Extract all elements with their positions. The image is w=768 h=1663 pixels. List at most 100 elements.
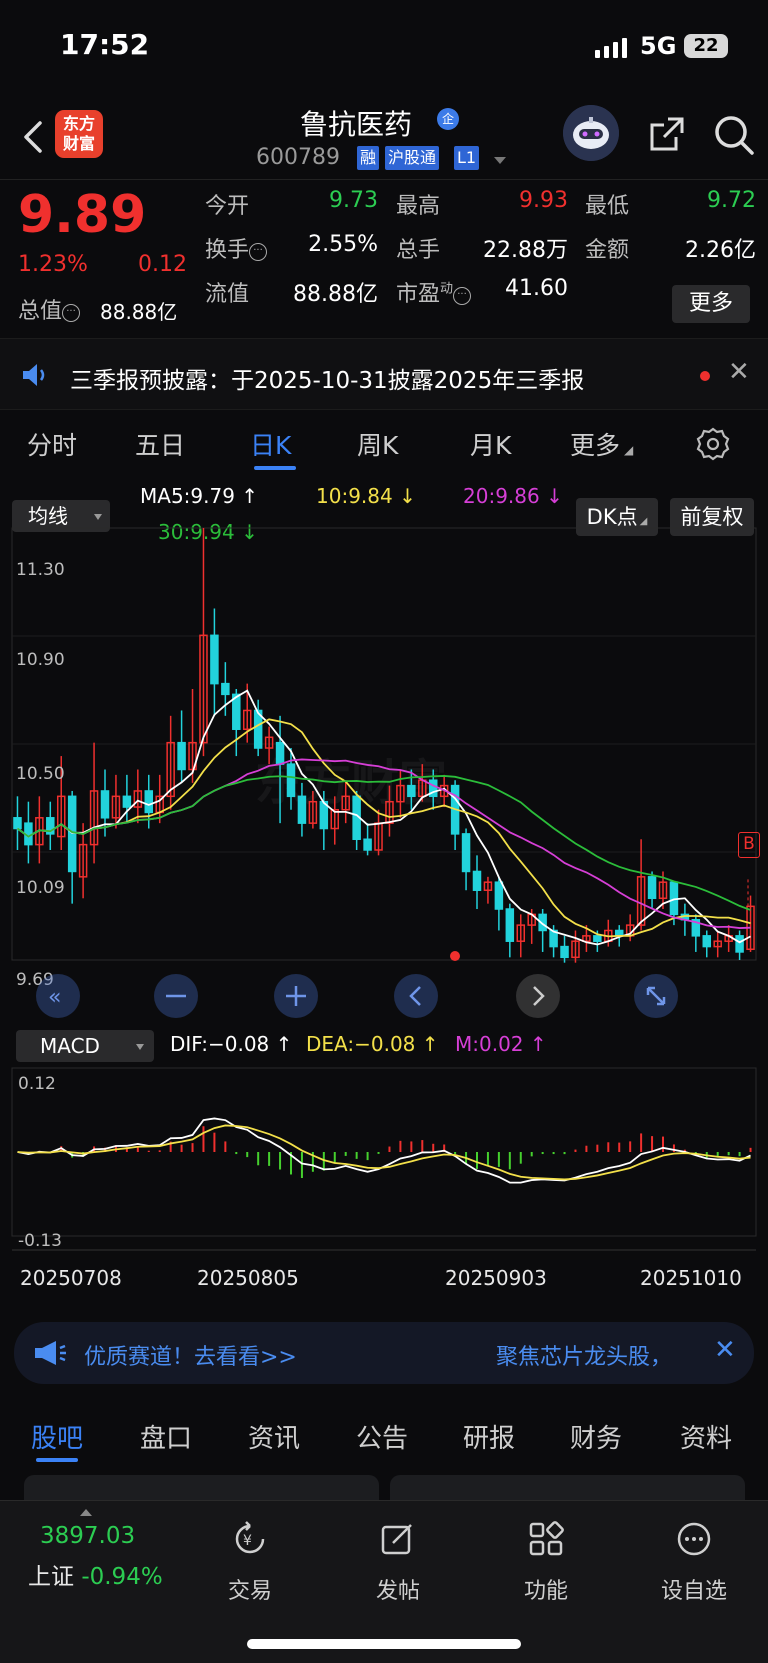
zoom-in-button[interactable] bbox=[274, 974, 318, 1018]
svg-text:«: « bbox=[48, 985, 61, 1010]
speaker-icon bbox=[23, 364, 45, 386]
kline-chart-area[interactable]: 均线 MA5:9.79 ↑ 10:9.84 ↓ 20:9.86 ↓ 30:9.9… bbox=[0, 478, 768, 1308]
close-icon[interactable]: ✕ bbox=[714, 1335, 736, 1365]
period-tabs: 分时 五日 日K 周K 月K 更多 ◢ bbox=[0, 410, 768, 478]
candle-body bbox=[177, 741, 186, 771]
change-percent: 1.23% bbox=[18, 252, 88, 277]
y-label-max: 11.30 bbox=[16, 560, 65, 580]
ad-text-left[interactable]: 优质赛道！去看看>> bbox=[84, 1339, 297, 1371]
turnover-value: 2.55% bbox=[308, 232, 378, 257]
notice-bar[interactable]: 三季报预披露：于2025-10-31披露2025年三季报 ✕ bbox=[0, 338, 768, 410]
total-value-label: 总值 ··· bbox=[18, 293, 81, 325]
dk-point-marker bbox=[450, 951, 460, 961]
info-icon[interactable]: ··· bbox=[453, 287, 472, 305]
tab-finance[interactable]: 财务 bbox=[570, 1418, 622, 1455]
nav-trade[interactable]: ¥ 交易 bbox=[210, 1519, 290, 1605]
tags-dropdown-icon[interactable] bbox=[494, 157, 506, 164]
candle-body bbox=[67, 795, 77, 873]
scroll-left-button[interactable] bbox=[394, 974, 438, 1018]
date-label-1: 20250708 bbox=[20, 1266, 122, 1290]
tab-orderbook[interactable]: 盘口 bbox=[140, 1418, 192, 1455]
more-button[interactable]: 更多 bbox=[672, 285, 750, 323]
tab-monthly-k[interactable]: 月K bbox=[470, 426, 511, 462]
macd-frame bbox=[11, 1067, 757, 1237]
candle-body bbox=[593, 935, 602, 942]
tag-level: L1 bbox=[454, 146, 480, 170]
candle-body bbox=[286, 763, 296, 798]
info-icon[interactable]: ··· bbox=[62, 304, 81, 322]
megaphone-icon bbox=[35, 1341, 66, 1365]
scroll-left-fast-button[interactable]: « bbox=[36, 974, 80, 1018]
candle-body bbox=[505, 908, 515, 942]
open-label: 今开 bbox=[205, 194, 250, 219]
buy-marker[interactable]: B bbox=[738, 832, 760, 858]
tab-weekly-k[interactable]: 周K bbox=[357, 426, 398, 462]
fullscreen-button[interactable] bbox=[634, 974, 678, 1018]
total-value: 88.88亿 bbox=[100, 300, 178, 324]
high-value: 9.93 bbox=[519, 188, 568, 213]
active-tab-indicator bbox=[254, 466, 296, 470]
open-value: 9.73 bbox=[329, 188, 378, 213]
notice-text: 三季报预披露：于2025-10-31披露2025年三季报 bbox=[70, 368, 585, 394]
nav-function[interactable]: 功能 bbox=[506, 1519, 586, 1605]
candle-body bbox=[210, 634, 219, 685]
ad-banner[interactable]: 优质赛道！去看看>> 聚焦芯片龙头股， ✕ bbox=[14, 1322, 754, 1384]
signal-icon bbox=[595, 38, 627, 58]
float-value: 88.88亿 bbox=[293, 282, 378, 307]
amount-label: 金额 bbox=[585, 238, 630, 263]
change-amount: 0.12 bbox=[138, 252, 187, 277]
tab-intraday[interactable]: 分时 bbox=[27, 426, 77, 462]
turnover-label: 换手 ··· bbox=[205, 232, 268, 264]
tab-news[interactable]: 资讯 bbox=[248, 1418, 300, 1455]
function-icon bbox=[529, 1521, 564, 1556]
pe-label: 市盈动 ··· bbox=[396, 276, 472, 308]
tab-more[interactable]: 更多 ◢ bbox=[570, 426, 633, 462]
tab-profile[interactable]: 资料 bbox=[680, 1418, 732, 1455]
ad-text-right[interactable]: 聚焦芯片龙头股， bbox=[496, 1339, 672, 1371]
network-label: 5G bbox=[640, 32, 677, 60]
app-logo[interactable]: 东方财富 bbox=[55, 110, 103, 158]
share-icon[interactable] bbox=[646, 113, 688, 155]
indicator-selector[interactable]: MACD bbox=[16, 1030, 154, 1062]
tab-research[interactable]: 研报 bbox=[463, 1418, 515, 1455]
candle-body bbox=[144, 790, 154, 814]
candle-body bbox=[461, 833, 471, 873]
scroll-right-button[interactable] bbox=[516, 974, 560, 1018]
tab-five-day[interactable]: 五日 bbox=[135, 426, 185, 462]
y-label-4: 10.09 bbox=[16, 878, 65, 898]
home-indicator bbox=[247, 1639, 521, 1649]
active-tab-indicator bbox=[36, 1458, 78, 1462]
post-icon bbox=[381, 1524, 412, 1555]
candle-body bbox=[122, 795, 132, 808]
tab-announcements[interactable]: 公告 bbox=[356, 1418, 408, 1455]
content-tabs: 股吧 盘口 资讯 公告 研报 财务 资料 bbox=[0, 1398, 768, 1468]
zoom-out-button[interactable] bbox=[154, 974, 198, 1018]
chevron-up-icon[interactable] bbox=[80, 1509, 92, 1516]
nav-post[interactable]: 发帖 bbox=[358, 1519, 438, 1605]
candle-body bbox=[297, 795, 307, 824]
close-icon[interactable]: ✕ bbox=[728, 357, 750, 387]
nav-add-watchlist[interactable]: 设自选 bbox=[654, 1519, 734, 1605]
candle-body bbox=[494, 881, 504, 910]
low-label: 最低 bbox=[585, 194, 630, 219]
macd-y-max: 0.12 bbox=[18, 1074, 56, 1094]
stock-code: 600789 bbox=[256, 145, 340, 170]
index-value[interactable]: 3897.03 bbox=[40, 1523, 135, 1549]
index-name[interactable]: 上证 -0.94% bbox=[28, 1557, 163, 1591]
gear-icon[interactable] bbox=[695, 426, 731, 462]
logo-text: 东方财富 bbox=[62, 114, 95, 153]
enterprise-badge: 企 bbox=[437, 108, 459, 130]
macd-y-min: -0.13 bbox=[18, 1231, 62, 1251]
candle-body bbox=[100, 790, 110, 819]
candle-body bbox=[472, 870, 482, 891]
info-icon[interactable]: ··· bbox=[249, 243, 268, 261]
watchlist-icon bbox=[677, 1522, 711, 1556]
tab-forum[interactable]: 股吧 bbox=[31, 1418, 83, 1455]
search-icon[interactable] bbox=[712, 113, 756, 157]
trade-icon: ¥ bbox=[235, 1521, 265, 1554]
candle-body bbox=[735, 935, 744, 953]
tab-daily-k[interactable]: 日K bbox=[250, 426, 291, 462]
amount-value: 2.26亿 bbox=[685, 238, 756, 263]
robot-avatar-icon[interactable] bbox=[563, 105, 619, 161]
back-icon[interactable] bbox=[18, 117, 48, 157]
